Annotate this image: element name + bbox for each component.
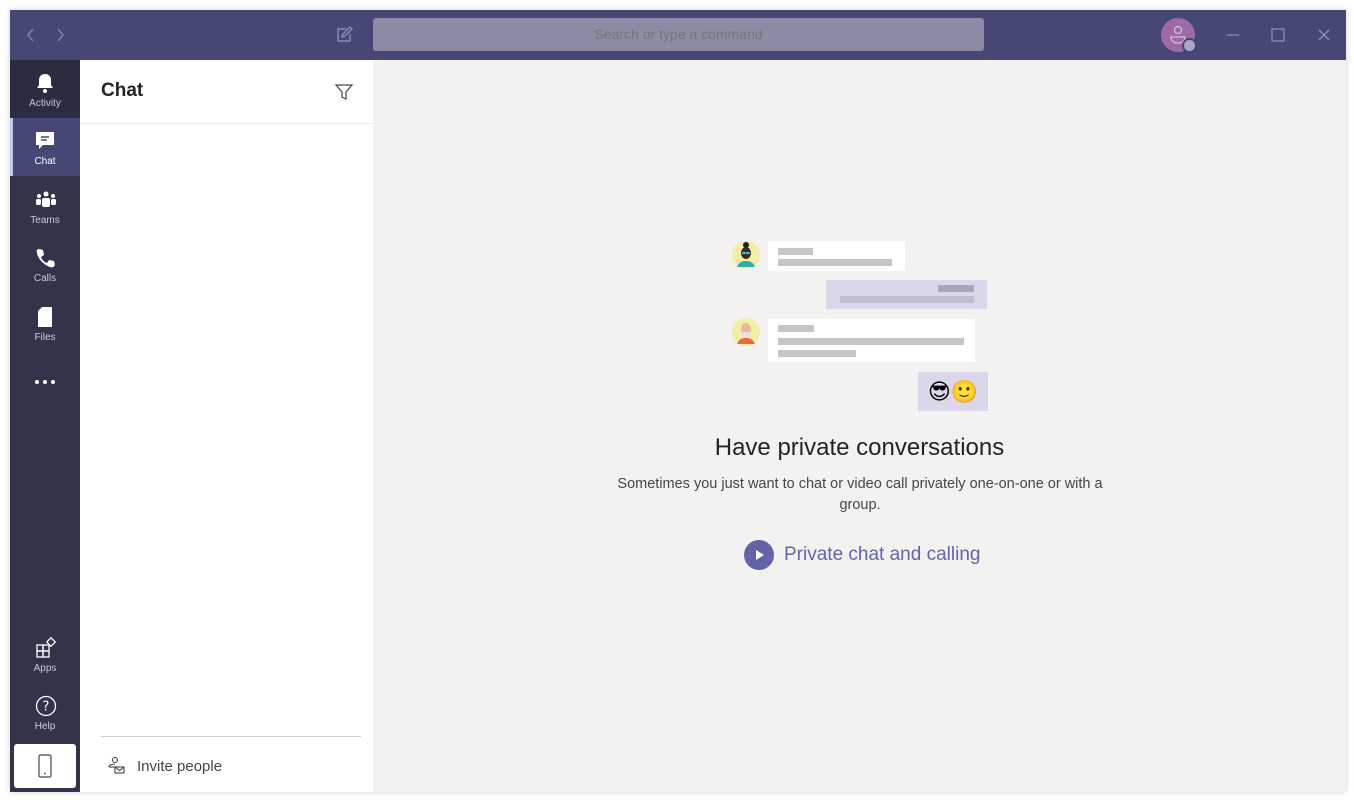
minimize-button[interactable]	[1220, 22, 1246, 48]
minimize-icon	[1227, 34, 1239, 36]
smile-emoji: 🙂	[950, 379, 979, 404]
chevron-right-icon	[57, 28, 64, 42]
file-icon	[38, 307, 52, 327]
rail-item-chat[interactable]: Chat	[10, 118, 80, 176]
rail-item-label: Teams	[30, 215, 60, 226]
private-chat-video-link[interactable]: Private chat and calling	[744, 540, 980, 570]
apps-icon	[36, 637, 57, 658]
rail-item-calls[interactable]: Calls	[10, 235, 80, 293]
invite-people-label: Invite people	[137, 757, 223, 775]
svg-text:?: ?	[43, 700, 50, 715]
rail-item-teams[interactable]: Teams	[10, 177, 80, 235]
sunglasses-emoji: 😎	[927, 379, 951, 404]
profile-avatar[interactable]	[1161, 18, 1197, 53]
bell-icon	[37, 74, 53, 93]
chat-icon	[36, 132, 54, 149]
message-bubble	[768, 319, 975, 362]
invite-people-icon	[108, 756, 125, 774]
rail-item-help[interactable]: ? Help	[10, 683, 80, 741]
rail-item-label: Calls	[33, 273, 57, 284]
rail-item-files[interactable]: Files	[10, 294, 80, 352]
teams-window: Activity Chat Teams Calls Files Apps ? H…	[10, 10, 1346, 792]
emoji-bubble: 😎🙂	[918, 372, 988, 411]
rail-item-label: Chat	[34, 156, 56, 167]
rail-item-label: Apps	[33, 663, 57, 674]
rail-item-label: Activity	[29, 98, 61, 109]
phone-icon	[36, 249, 55, 268]
back-button[interactable]	[21, 24, 41, 46]
chat-list-pane: Chat Invite people	[80, 60, 373, 792]
new-chat-button[interactable]	[334, 25, 354, 45]
help-icon: ?	[35, 695, 57, 717]
presence-status-badge	[1182, 38, 1197, 53]
compose-icon	[337, 26, 353, 42]
message-bubble	[768, 241, 905, 271]
rail-item-more[interactable]	[10, 360, 80, 404]
filter-icon	[334, 84, 354, 100]
main-content: 😎🙂 Have private conversations Sometimes …	[373, 60, 1346, 792]
download-mobile-app-button[interactable]	[14, 744, 76, 788]
empty-state-description: Sometimes you just want to chat or video…	[617, 476, 1103, 513]
chat-list-title: Chat	[101, 80, 144, 101]
search-input[interactable]	[373, 18, 984, 51]
maximize-icon	[1271, 28, 1285, 42]
mobile-icon	[38, 754, 52, 778]
chevron-left-icon	[27, 28, 34, 42]
maximize-button[interactable]	[1265, 22, 1291, 48]
play-icon	[744, 540, 774, 570]
more-icon	[35, 380, 55, 384]
avatar-man-icon	[732, 318, 760, 346]
close-button[interactable]	[1311, 22, 1337, 48]
forward-button[interactable]	[50, 24, 70, 46]
invite-people-button[interactable]: Invite people	[107, 754, 222, 778]
close-icon	[1318, 29, 1330, 41]
filter-button[interactable]	[334, 82, 354, 102]
rail-item-label: Help	[34, 721, 56, 732]
rail-item-label: Files	[34, 332, 56, 343]
empty-state-heading: Have private conversations	[714, 434, 1005, 461]
private-chat-video-label: Private chat and calling	[784, 544, 981, 565]
rail-item-apps[interactable]: Apps	[10, 625, 80, 683]
divider	[101, 736, 361, 737]
teams-icon	[36, 191, 56, 207]
rail-item-activity[interactable]: Activity	[10, 60, 80, 118]
app-rail: Activity Chat Teams Calls Files Apps ? H…	[10, 60, 80, 792]
divider	[80, 123, 373, 124]
title-bar	[10, 10, 1346, 60]
message-bubble-self	[826, 280, 987, 309]
avatar-woman-icon	[732, 241, 760, 269]
